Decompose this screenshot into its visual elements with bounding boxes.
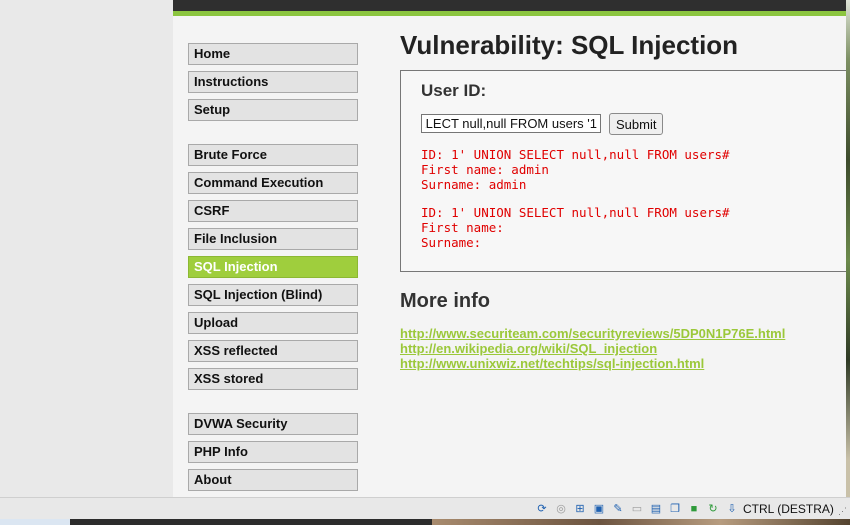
- result-block: ID: 1' UNION SELECT null,null FROM users…: [421, 205, 730, 250]
- main-content: Vulnerability: SQL Injection User ID: Su…: [400, 30, 846, 371]
- reference-link[interactable]: http://en.wikipedia.org/wiki/SQL_injecti…: [400, 341, 785, 356]
- menu-item-instructions[interactable]: Instructions: [188, 71, 358, 93]
- window-icon[interactable]: ▭: [630, 502, 644, 516]
- refresh-icon[interactable]: ⟳: [535, 502, 549, 516]
- page-title: Vulnerability: SQL Injection: [400, 30, 739, 60]
- reference-link[interactable]: http://www.securiteam.com/securityreview…: [400, 326, 785, 341]
- result-first-name-line: First name: admin: [421, 162, 549, 177]
- menu-item-sql-injection-blind[interactable]: SQL Injection (Blind): [188, 284, 358, 306]
- query-results: ID: 1' UNION SELECT null,null FROM users…: [421, 147, 730, 263]
- monitor-icon[interactable]: ▤: [649, 502, 663, 516]
- host-key-label: CTRL (DESTRA): [743, 502, 834, 516]
- header-bar: [173, 0, 846, 11]
- left-blank-area: [0, 0, 173, 497]
- result-surname-line: Surname:: [421, 235, 489, 250]
- reference-link[interactable]: http://www.unixwiz.net/techtips/sql-inje…: [400, 356, 785, 371]
- browser-page: Home Instructions Setup Brute Force Command …: [173, 0, 846, 497]
- result-id-line: ID: 1' UNION SELECT null,null FROM users…: [421, 205, 730, 220]
- main-menu: Home Instructions Setup Brute Force Command …: [188, 43, 358, 497]
- menu-group-spacer: [188, 127, 358, 144]
- menu-item-dvwa-security[interactable]: DVWA Security: [188, 413, 358, 435]
- windows-icon[interactable]: ❐: [668, 502, 682, 516]
- menu-item-command-execution[interactable]: Command Execution: [188, 172, 358, 194]
- desktop-background-edge: [846, 0, 850, 497]
- pencil-icon[interactable]: ✎: [611, 502, 625, 516]
- network-icon[interactable]: ⊞: [573, 502, 587, 516]
- result-id-line: ID: 1' UNION SELECT null,null FROM users…: [421, 147, 730, 162]
- vulnerability-box: User ID: Submit ID: 1' UNION SELECT null…: [400, 70, 846, 272]
- host-desktop-strip: [0, 519, 850, 525]
- result-block: ID: 1' UNION SELECT null,null FROM users…: [421, 147, 730, 192]
- menu-item-sql-injection[interactable]: SQL Injection: [188, 256, 358, 278]
- header-accent-bar: [173, 11, 846, 16]
- green-square-icon[interactable]: ■: [687, 502, 701, 516]
- submit-button[interactable]: Submit: [609, 113, 664, 135]
- menu-item-csrf[interactable]: CSRF: [188, 200, 358, 222]
- sync-icon[interactable]: ↻: [706, 502, 720, 516]
- menu-item-file-inclusion[interactable]: File Inclusion: [188, 228, 358, 250]
- menu-item-home[interactable]: Home: [188, 43, 358, 65]
- menu-item-xss-stored[interactable]: XSS stored: [188, 368, 358, 390]
- menu-item-xss-reflected[interactable]: XSS reflected: [188, 340, 358, 362]
- menu-item-setup[interactable]: Setup: [188, 99, 358, 121]
- more-info-links: http://www.securiteam.com/securityreview…: [400, 326, 785, 371]
- result-surname-line: Surname: admin: [421, 177, 527, 192]
- vm-status-bar: ⟳ ◎ ⊞ ▣ ✎ ▭ ▤ ❐ ■ ↻ ⇩ CTRL (DESTRA) ⋰: [0, 497, 850, 520]
- result-first-name-line: First name:: [421, 220, 512, 235]
- download-icon[interactable]: ⇩: [725, 502, 739, 516]
- resize-grip-icon[interactable]: ⋰: [838, 506, 847, 517]
- menu-group-spacer: [188, 396, 358, 413]
- user-id-label: User ID:: [421, 81, 487, 100]
- cd-icon[interactable]: ◎: [554, 502, 568, 516]
- menu-item-php-info[interactable]: PHP Info: [188, 441, 358, 463]
- user-id-input[interactable]: [421, 114, 601, 133]
- more-info-heading: More info: [400, 290, 490, 312]
- display-icon[interactable]: ▣: [592, 502, 606, 516]
- menu-item-brute-force[interactable]: Brute Force: [188, 144, 358, 166]
- menu-item-about[interactable]: About: [188, 469, 358, 491]
- menu-item-upload[interactable]: Upload: [188, 312, 358, 334]
